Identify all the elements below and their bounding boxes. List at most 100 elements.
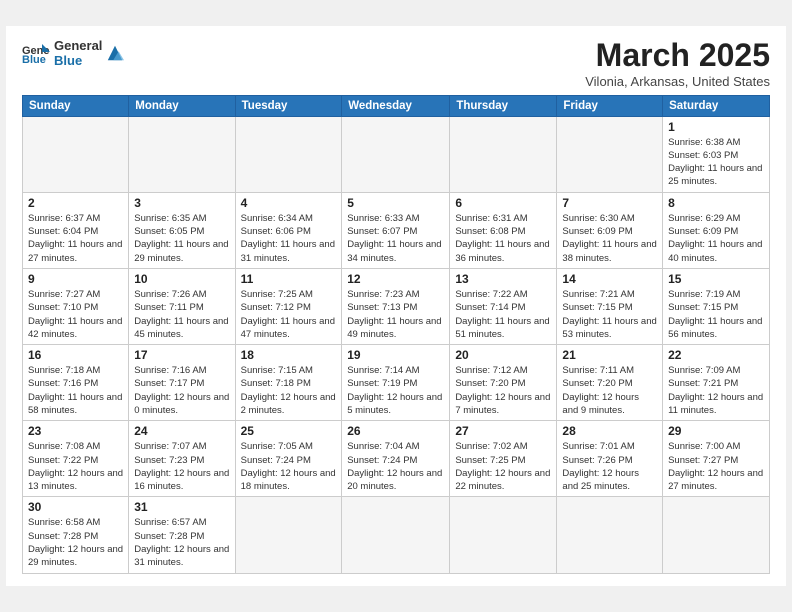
day-info: Sunrise: 6:38 AM Sunset: 6:03 PM Dayligh… [668, 136, 764, 189]
day-number: 24 [134, 424, 229, 438]
calendar-cell: 15 Sunrise: 7:19 AM Sunset: 7:15 PM Dayli… [663, 268, 770, 344]
day-number: 14 [562, 272, 657, 286]
day-info: Sunrise: 7:19 AM Sunset: 7:15 PM Dayligh… [668, 288, 764, 341]
calendar-header-sunday: Sunday [23, 95, 129, 116]
day-info: Sunrise: 7:12 AM Sunset: 7:20 PM Dayligh… [455, 364, 551, 417]
calendar-header-monday: Monday [129, 95, 235, 116]
calendar-cell: 3Sunrise: 6:35 AM Sunset: 6:05 PM Daylig… [129, 192, 235, 268]
logo-triangle-icon [106, 44, 124, 62]
logo: General Blue General Blue [22, 38, 124, 68]
calendar-cell: 2Sunrise: 6:37 AM Sunset: 6:04 PM Daylig… [23, 192, 129, 268]
location-subtitle: Vilonia, Arkansas, United States [585, 74, 770, 89]
calendar-header-friday: Friday [557, 95, 663, 116]
day-number: 5 [347, 196, 444, 210]
calendar-cell [342, 497, 450, 573]
calendar-cell: 18 Sunrise: 7:15 AM Sunset: 7:18 PM Dayli… [235, 345, 342, 421]
day-number: 18 [241, 348, 337, 362]
logo-general: General [54, 38, 102, 53]
day-number: 31 [134, 500, 229, 514]
day-number: 10 [134, 272, 229, 286]
calendar-cell: 13Sunrise: 7:22 AM Sunset: 7:14 PM Dayli… [450, 268, 557, 344]
day-number: 16 [28, 348, 123, 362]
calendar-cell: 27 Sunrise: 7:02 AM Sunset: 7:25 PM Dayli… [450, 421, 557, 497]
calendar-header-row: SundayMondayTuesdayWednesdayThursdayFrid… [23, 95, 770, 116]
day-info: Sunrise: 7:09 AM Sunset: 7:21 PM Dayligh… [668, 364, 764, 417]
day-info: Sunrise: 7:08 AM Sunset: 7:22 PM Dayligh… [28, 440, 123, 493]
calendar-cell: 14 Sunrise: 7:21 AM Sunset: 7:15 PM Dayli… [557, 268, 663, 344]
calendar-header-wednesday: Wednesday [342, 95, 450, 116]
calendar-cell: 22 Sunrise: 7:09 AM Sunset: 7:21 PM Dayli… [663, 345, 770, 421]
day-info: Sunrise: 7:00 AM Sunset: 7:27 PM Dayligh… [668, 440, 764, 493]
title-block: March 2025 Vilonia, Arkansas, United Sta… [585, 38, 770, 88]
day-number: 3 [134, 196, 229, 210]
day-info: Sunrise: 7:23 AM Sunset: 7:13 PM Dayligh… [347, 288, 444, 341]
day-number: 9 [28, 272, 123, 286]
calendar-cell: 19Sunrise: 7:14 AM Sunset: 7:19 PM Dayli… [342, 345, 450, 421]
day-info: Sunrise: 7:05 AM Sunset: 7:24 PM Dayligh… [241, 440, 337, 493]
calendar-cell: 30 Sunrise: 6:58 AM Sunset: 7:28 PM Dayli… [23, 497, 129, 573]
day-info: Sunrise: 7:26 AM Sunset: 7:11 PM Dayligh… [134, 288, 229, 341]
calendar-header-saturday: Saturday [663, 95, 770, 116]
day-number: 27 [455, 424, 551, 438]
calendar-cell: 5 Sunrise: 6:33 AM Sunset: 6:07 PM Daylig… [342, 192, 450, 268]
calendar-cell: 29 Sunrise: 7:00 AM Sunset: 7:27 PM Dayli… [663, 421, 770, 497]
day-number: 29 [668, 424, 764, 438]
day-info: Sunrise: 6:30 AM Sunset: 6:09 PM Dayligh… [562, 212, 657, 265]
calendar-header-tuesday: Tuesday [235, 95, 342, 116]
day-info: Sunrise: 7:11 AM Sunset: 7:20 PM Dayligh… [562, 364, 657, 417]
calendar-cell: 8Sunrise: 6:29 AM Sunset: 6:09 PM Daylig… [663, 192, 770, 268]
calendar-table: SundayMondayTuesdayWednesdayThursdayFrid… [22, 95, 770, 574]
day-info: Sunrise: 7:18 AM Sunset: 7:16 PM Dayligh… [28, 364, 123, 417]
calendar-cell: 24 Sunrise: 7:07 AM Sunset: 7:23 PM Dayli… [129, 421, 235, 497]
calendar-cell: 12Sunrise: 7:23 AM Sunset: 7:13 PM Dayli… [342, 268, 450, 344]
day-info: Sunrise: 7:07 AM Sunset: 7:23 PM Dayligh… [134, 440, 229, 493]
calendar-cell [129, 116, 235, 192]
day-info: Sunrise: 7:21 AM Sunset: 7:15 PM Dayligh… [562, 288, 657, 341]
day-number: 30 [28, 500, 123, 514]
day-number: 2 [28, 196, 123, 210]
calendar-cell: 6Sunrise: 6:31 AM Sunset: 6:08 PM Daylig… [450, 192, 557, 268]
calendar-cell [235, 497, 342, 573]
svg-text:Blue: Blue [22, 54, 46, 64]
day-number: 21 [562, 348, 657, 362]
day-info: Sunrise: 6:58 AM Sunset: 7:28 PM Dayligh… [28, 516, 123, 569]
calendar-week-row: 1 Sunrise: 6:38 AM Sunset: 6:03 PM Daylig… [23, 116, 770, 192]
calendar-cell [557, 497, 663, 573]
day-info: Sunrise: 7:02 AM Sunset: 7:25 PM Dayligh… [455, 440, 551, 493]
calendar-cell [342, 116, 450, 192]
logo-blue: Blue [54, 53, 102, 68]
day-number: 6 [455, 196, 551, 210]
day-number: 15 [668, 272, 764, 286]
calendar-week-row: 30 Sunrise: 6:58 AM Sunset: 7:28 PM Dayli… [23, 497, 770, 573]
day-number: 1 [668, 120, 764, 134]
calendar-week-row: 23 Sunrise: 7:08 AM Sunset: 7:22 PM Dayli… [23, 421, 770, 497]
month-title: March 2025 [585, 38, 770, 73]
day-info: Sunrise: 6:33 AM Sunset: 6:07 PM Dayligh… [347, 212, 444, 265]
day-info: Sunrise: 7:15 AM Sunset: 7:18 PM Dayligh… [241, 364, 337, 417]
calendar-week-row: 9Sunrise: 7:27 AM Sunset: 7:10 PM Daylig… [23, 268, 770, 344]
day-info: Sunrise: 7:04 AM Sunset: 7:24 PM Dayligh… [347, 440, 444, 493]
calendar-cell: 9Sunrise: 7:27 AM Sunset: 7:10 PM Daylig… [23, 268, 129, 344]
day-number: 4 [241, 196, 337, 210]
calendar-cell [663, 497, 770, 573]
header: General Blue General Blue March 2025 Vil… [22, 38, 770, 88]
calendar-week-row: 2Sunrise: 6:37 AM Sunset: 6:04 PM Daylig… [23, 192, 770, 268]
day-number: 23 [28, 424, 123, 438]
calendar-cell: 20Sunrise: 7:12 AM Sunset: 7:20 PM Dayli… [450, 345, 557, 421]
calendar-cell: 10 Sunrise: 7:26 AM Sunset: 7:11 PM Dayli… [129, 268, 235, 344]
calendar-cell [450, 116, 557, 192]
day-info: Sunrise: 7:22 AM Sunset: 7:14 PM Dayligh… [455, 288, 551, 341]
day-number: 26 [347, 424, 444, 438]
calendar-cell [23, 116, 129, 192]
calendar-cell: 16 Sunrise: 7:18 AM Sunset: 7:16 PM Dayli… [23, 345, 129, 421]
day-info: Sunrise: 7:25 AM Sunset: 7:12 PM Dayligh… [241, 288, 337, 341]
day-number: 7 [562, 196, 657, 210]
day-number: 22 [668, 348, 764, 362]
day-number: 28 [562, 424, 657, 438]
day-info: Sunrise: 6:29 AM Sunset: 6:09 PM Dayligh… [668, 212, 764, 265]
calendar-cell: 25Sunrise: 7:05 AM Sunset: 7:24 PM Dayli… [235, 421, 342, 497]
day-info: Sunrise: 6:57 AM Sunset: 7:28 PM Dayligh… [134, 516, 229, 569]
calendar-cell: 11Sunrise: 7:25 AM Sunset: 7:12 PM Dayli… [235, 268, 342, 344]
day-number: 17 [134, 348, 229, 362]
calendar-cell: 4Sunrise: 6:34 AM Sunset: 6:06 PM Daylig… [235, 192, 342, 268]
